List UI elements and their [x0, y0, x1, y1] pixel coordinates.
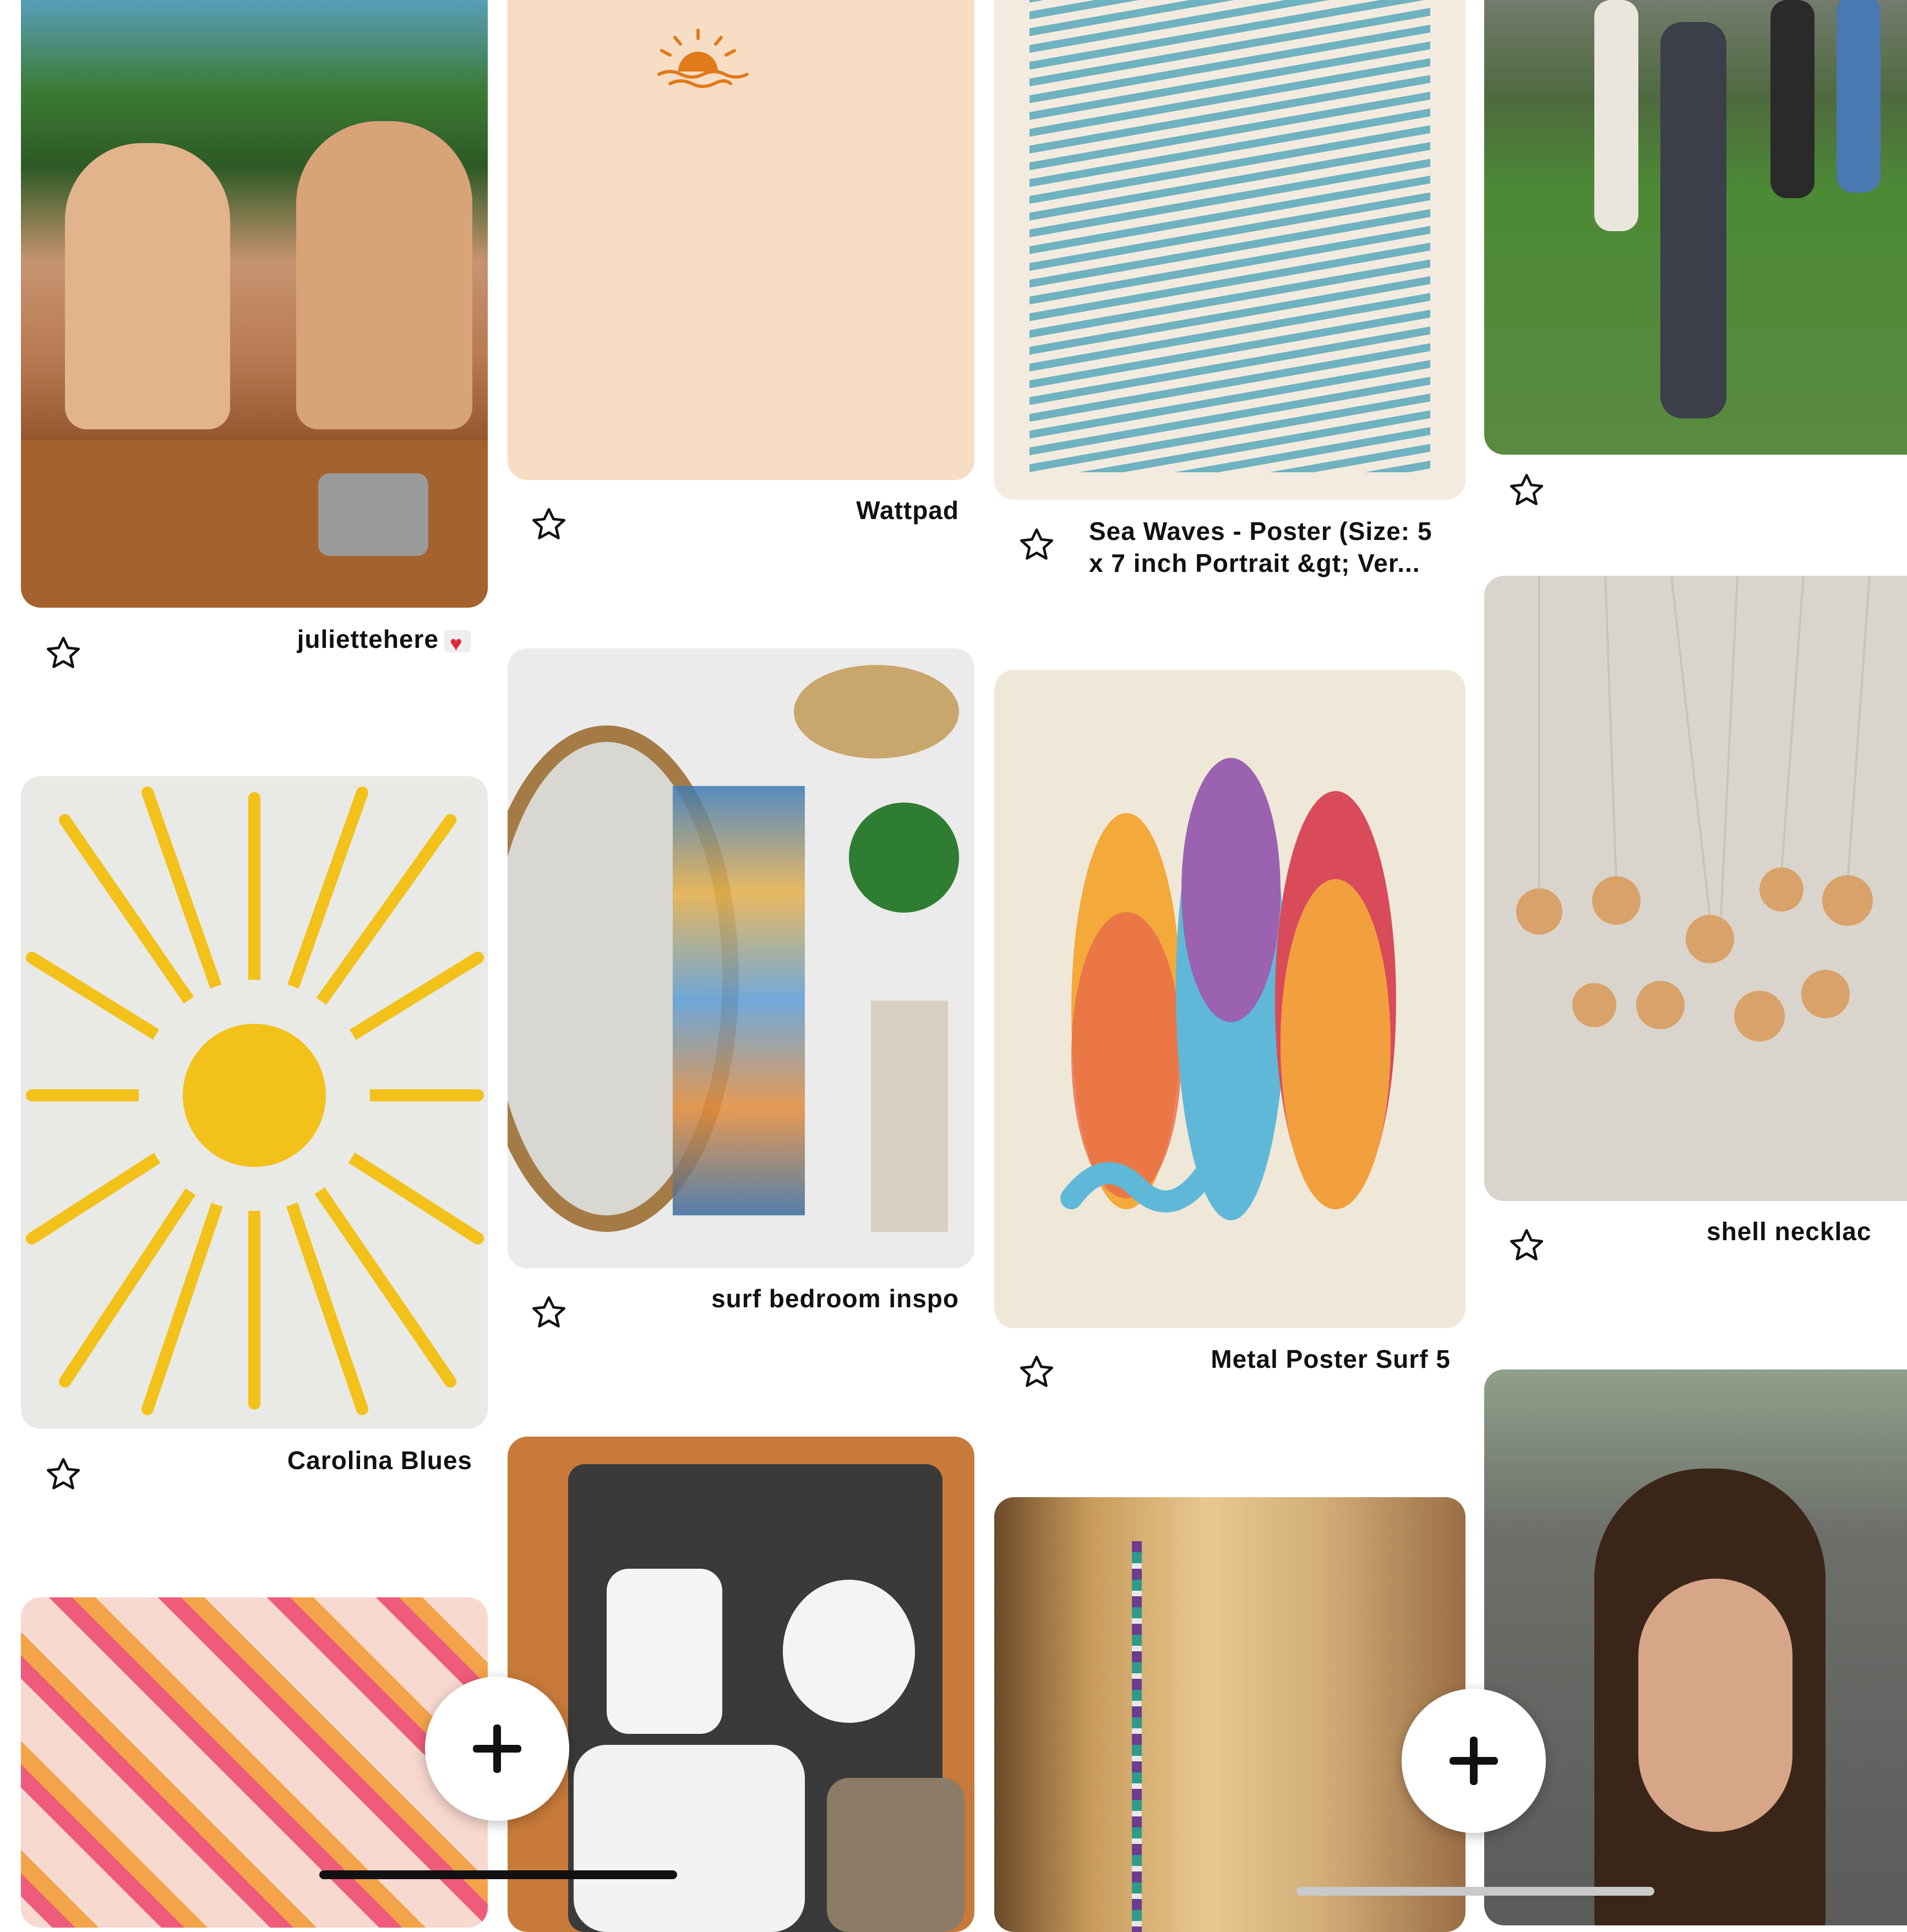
pin-caption[interactable]: juliettehere — [165, 623, 471, 660]
pin-caption[interactable]: Sea Waves - Poster (Size: 5 x 7 inch Por… — [1089, 515, 1452, 579]
pin-image-suitcase[interactable] — [508, 1437, 974, 1932]
pin-caption[interactable]: Wattpad — [661, 494, 959, 526]
pin-image-wattpad[interactable] — [508, 0, 974, 480]
pin-image-braids[interactable] — [1484, 1369, 1907, 1925]
save-star-icon[interactable] — [1507, 1226, 1546, 1265]
pin-image-sea-waves[interactable] — [994, 0, 1465, 500]
add-pin-button[interactable] — [1402, 1689, 1546, 1833]
pin-caption-text: juliettehere — [297, 625, 439, 653]
pin-caption[interactable]: surf bedroom inspo — [661, 1282, 959, 1314]
pin-image-metal-poster-surf[interactable] — [994, 670, 1465, 1328]
save-star-icon[interactable] — [44, 634, 83, 673]
save-star-icon[interactable] — [44, 1455, 83, 1494]
sun-illustration — [26, 787, 484, 1415]
save-star-icon[interactable] — [1017, 526, 1056, 564]
pin-image-carolina-blues[interactable] — [21, 776, 488, 1429]
pin-image-juliettehere[interactable] — [21, 0, 488, 608]
save-star-icon[interactable] — [1507, 471, 1546, 510]
heart-emoji-icon — [444, 628, 471, 660]
pin-image-hair-beads[interactable] — [994, 1497, 1465, 1932]
save-star-icon[interactable] — [530, 505, 568, 544]
save-star-icon[interactable] — [1017, 1353, 1056, 1391]
home-indicator — [1296, 1887, 1654, 1896]
pin-image-rain-dance[interactable] — [1484, 0, 1907, 455]
pin-image-shell-necklace[interactable] — [1484, 576, 1907, 1201]
pin-caption[interactable]: shell necklac — [1707, 1215, 1907, 1247]
pin-caption[interactable]: Carolina Blues — [165, 1444, 472, 1476]
sunset-logo-icon — [657, 29, 749, 88]
home-indicator — [319, 1870, 677, 1879]
save-star-icon[interactable] — [530, 1294, 568, 1332]
pin-caption[interactable]: Metal Poster Surf 5 — [1101, 1343, 1451, 1375]
surfboards-illustration — [1060, 758, 1396, 1220]
add-pin-button[interactable] — [425, 1677, 569, 1821]
shells-illustration — [1516, 576, 1873, 1041]
pin-image-surf-bedroom[interactable] — [508, 648, 974, 1268]
